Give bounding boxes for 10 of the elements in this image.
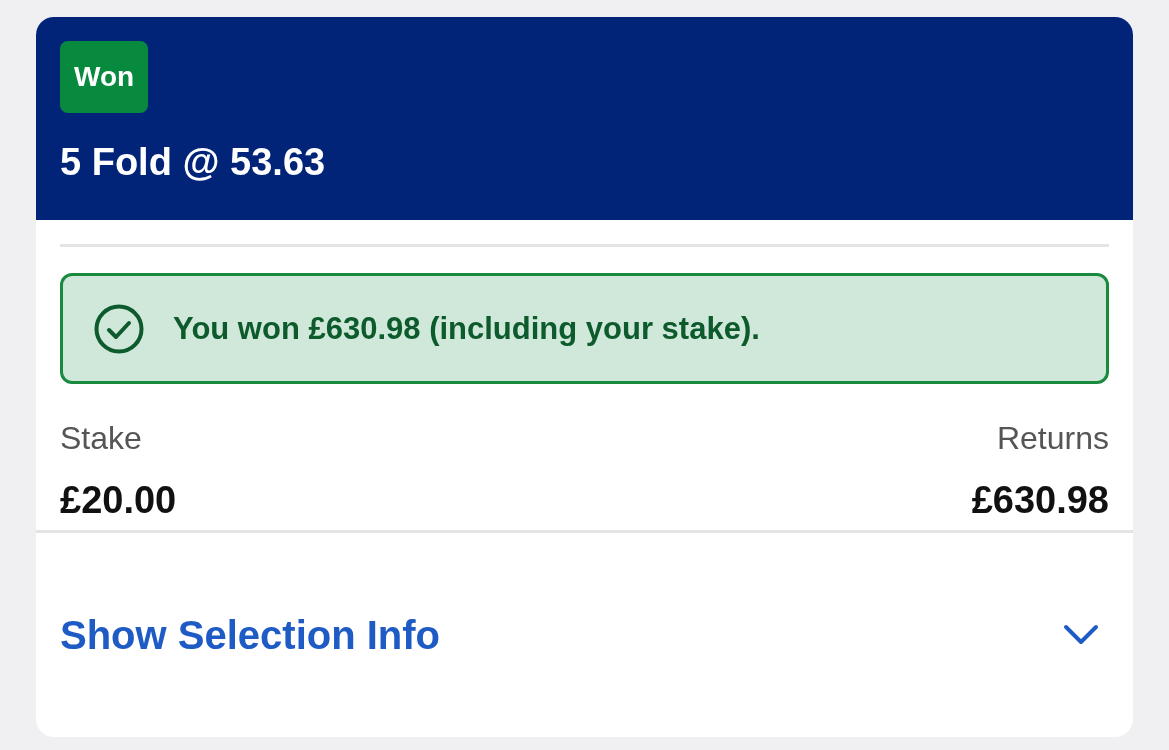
win-message: You won £630.98 (including your stake). (173, 310, 760, 347)
selection-info-toggle[interactable]: Show Selection Info (36, 533, 1133, 737)
bet-title: 5 Fold @ 53.63 (60, 141, 326, 184)
status-badge: Won (60, 41, 149, 113)
summary-value: £20.00 (60, 479, 177, 522)
summary-label: Stake (60, 420, 143, 457)
check-circle-icon (93, 302, 145, 355)
summary-label: Returns (996, 420, 1109, 457)
summary-value: £630.98 (971, 479, 1109, 522)
chevron-icon (1063, 624, 1099, 646)
